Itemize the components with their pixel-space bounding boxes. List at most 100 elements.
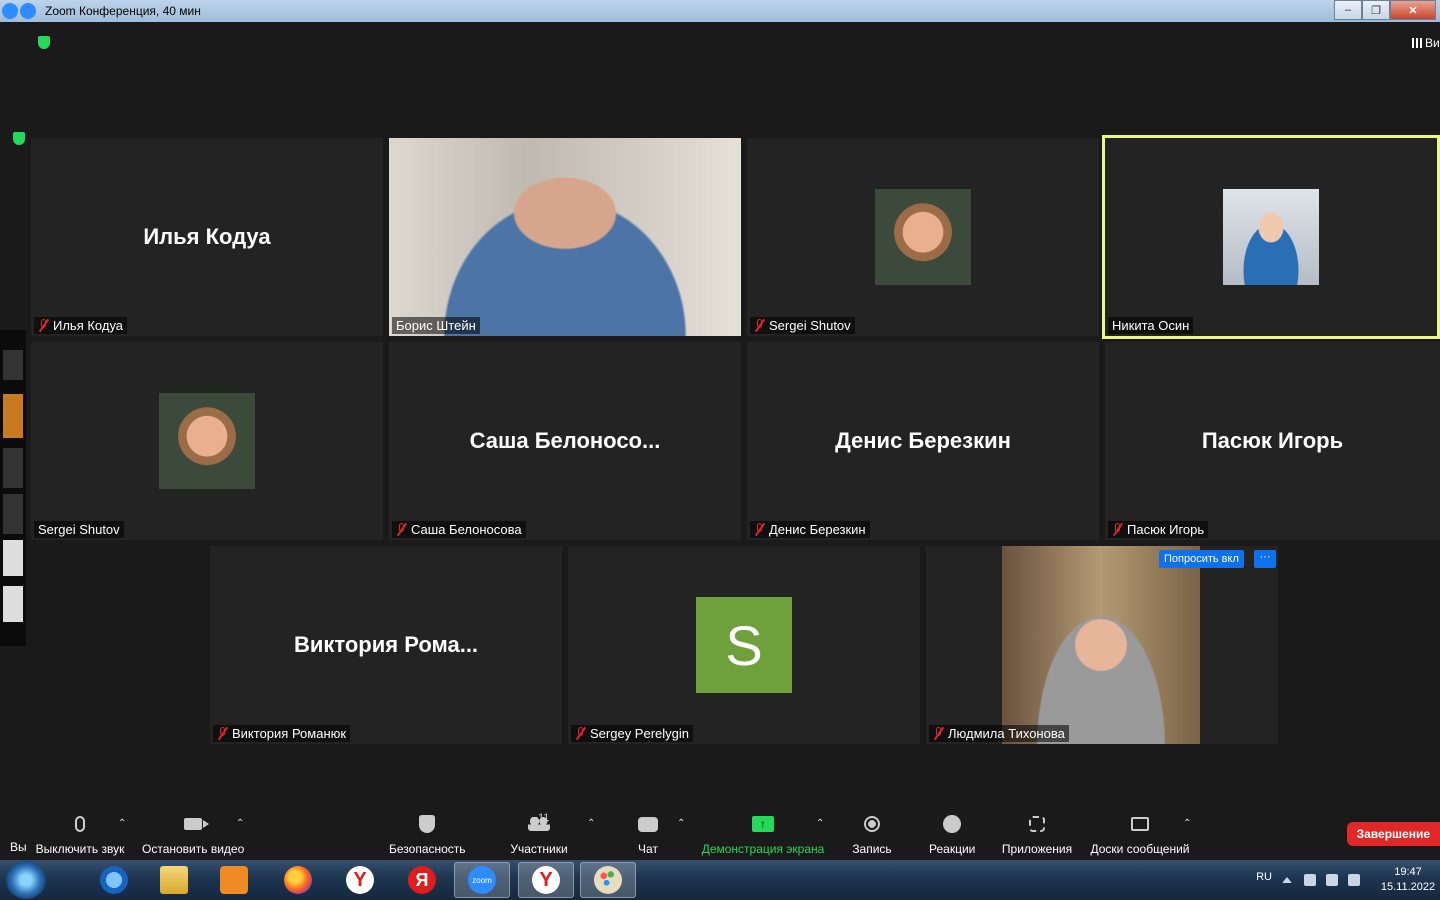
apps-button[interactable]: Приложения [1000, 812, 1074, 856]
whiteboards-button[interactable]: Доски сообщений [1089, 812, 1191, 856]
encryption-shield-icon[interactable] [13, 132, 25, 145]
participant-name-label: Людмила Тихонова [929, 725, 1069, 742]
participant-name: Виктория Романюк [232, 726, 347, 741]
participant-tile[interactable]: S Sergey Perelygin [568, 546, 920, 744]
taskbar-app-yandex[interactable]: Я [394, 862, 450, 898]
audio-options-caret[interactable]: ⌃ [118, 818, 126, 829]
minimize-button[interactable]: – [1334, 0, 1362, 20]
mic-muted-icon [754, 319, 765, 332]
grid-icon [1412, 38, 1422, 48]
yandex-browser-icon: Y [346, 866, 374, 894]
participant-tile[interactable]: Попросить вкл ··· Людмила Тихонова [926, 546, 1278, 744]
participant-name-label: Sergey Perelygin [571, 725, 693, 742]
language-indicator[interactable]: RU [1256, 871, 1272, 883]
participant-tile[interactable]: Илья Кодуа Илья Кодуа [31, 138, 383, 336]
participants-label: Участники [510, 842, 568, 856]
record-button[interactable]: Запись [851, 812, 893, 856]
zoom-icon [2, 3, 18, 19]
participant-tile[interactable]: Пасюк Игорь Пасюк Игорь [1105, 342, 1440, 540]
taskbar-app-media-player[interactable] [206, 862, 262, 898]
participant-letter-avatar: S [696, 597, 792, 693]
participant-name-label: Саша Белоносова [392, 521, 526, 538]
taskbar-app-internet-explorer[interactable] [86, 862, 142, 898]
participant-name-label: Денис Березкин [750, 521, 870, 538]
camera-icon [184, 818, 209, 830]
participant-tile[interactable]: Борис Штейн [389, 138, 741, 336]
participant-tile[interactable]: Sergei Shutov [31, 342, 383, 540]
encryption-shield-icon[interactable] [38, 36, 50, 49]
mic-muted-icon [396, 523, 407, 536]
chat-icon [638, 816, 658, 832]
taskbar-app-yandex-browser[interactable]: Y [332, 862, 388, 898]
participant-name-label: Никита Осин [1108, 317, 1194, 334]
participant-name-label: Борис Штейн [392, 317, 480, 334]
chat-button[interactable]: Чат [636, 812, 660, 856]
share-screen-label: Демонстрация экрана [701, 842, 825, 856]
end-meeting-button[interactable]: Завершение [1346, 822, 1440, 846]
start-button[interactable] [6, 861, 46, 899]
participants-count: 11 [538, 812, 550, 824]
zoom-icon: zoom [468, 866, 496, 894]
participant-tile[interactable]: Денис Березкин Денис Березкин [747, 342, 1099, 540]
whiteboards-label: Доски сообщений [1090, 842, 1190, 856]
participant-tile[interactable]: Саша Белоносо... Саша Белоносова [389, 342, 741, 540]
chat-options-caret[interactable]: ⌃ [677, 818, 685, 829]
clock[interactable]: 19:47 15.11.2022 [1378, 865, 1438, 895]
reactions-icon [943, 815, 961, 833]
participant-name: Денис Березкин [769, 522, 866, 537]
restore-button[interactable]: ❐ [1362, 0, 1390, 20]
taskbar-app-file-explorer[interactable] [146, 862, 202, 898]
show-hidden-icons-icon[interactable] [1282, 877, 1292, 883]
ask-to-unmute-button[interactable]: Попросить вкл [1159, 550, 1244, 568]
mic-muted-icon [1112, 523, 1123, 536]
participant-display-name: Пасюк Игорь [1201, 428, 1344, 453]
mic-muted-icon [217, 727, 228, 740]
system-tray: RU 19:47 15.11.2022 [1220, 860, 1440, 900]
meeting-toolbar: Вы Выключить звук ⌃ Остановить видео ⌃ Б… [0, 806, 1440, 860]
participant-video [389, 138, 741, 336]
apps-label: Приложения [1001, 842, 1073, 856]
network-icon[interactable] [1326, 874, 1338, 886]
participant-tile[interactable]: Виктория Рома... Виктория Романюк [210, 546, 562, 744]
participant-name-label: Sergei Shutov [750, 317, 855, 334]
participant-tile-active-speaker[interactable]: Никита Осин [1102, 135, 1440, 339]
view-button[interactable]: Ви [1412, 34, 1440, 52]
participant-tile[interactable]: Sergei Shutov [747, 138, 1099, 336]
taskbar-app-zoom[interactable]: zoom [454, 862, 510, 898]
participants-button[interactable]: 11 Участники [509, 812, 569, 856]
share-screen-button[interactable]: ↑ Демонстрация экрана [701, 812, 825, 856]
participants-options-caret[interactable]: ⌃ [587, 818, 595, 829]
mute-label: Выключить звук [35, 842, 125, 856]
firefox-icon [284, 866, 312, 894]
participant-name: Sergei Shutov [769, 318, 851, 333]
internet-explorer-icon [100, 866, 128, 894]
participant-display-name: Илья Кодуа [143, 224, 271, 249]
participant-name: Пасюк Игорь [1127, 522, 1205, 537]
shared-content-thumbnail-strip[interactable] [0, 330, 26, 646]
security-label: Безопасность [389, 842, 466, 856]
toolbar-cut-label: Вы [10, 840, 27, 854]
participant-name-label: Пасюк Игорь [1108, 521, 1209, 538]
volume-icon[interactable] [1348, 874, 1360, 886]
taskbar-app-yandex-browser[interactable]: Y [518, 862, 574, 898]
taskbar-app-firefox[interactable] [270, 862, 326, 898]
more-options-button[interactable]: ··· [1254, 550, 1276, 568]
whiteboard-icon [1131, 817, 1149, 831]
participant-name: Sergey Perelygin [590, 726, 689, 741]
whiteboards-options-caret[interactable]: ⌃ [1183, 818, 1191, 829]
security-button[interactable]: Безопасность [389, 812, 466, 856]
mic-muted-icon [38, 319, 49, 332]
taskbar-app-paint[interactable] [580, 862, 636, 898]
participant-avatar [875, 189, 971, 285]
view-button-label: Ви [1425, 36, 1440, 50]
participant-name-label: Виктория Романюк [213, 725, 351, 742]
video-options-caret[interactable]: ⌃ [236, 818, 244, 829]
reactions-button[interactable]: Реакции [929, 812, 975, 856]
share-options-caret[interactable]: ⌃ [816, 818, 824, 829]
action-center-flag-icon[interactable] [1304, 874, 1316, 886]
mute-button[interactable]: Выключить звук [34, 812, 126, 856]
windows-taskbar: Y Я zoom Y RU 19:47 15.11.2022 [0, 860, 1440, 900]
stop-video-button[interactable]: Остановить видео [142, 812, 244, 856]
participant-video [1002, 546, 1200, 744]
close-button[interactable]: ✕ [1390, 0, 1436, 20]
